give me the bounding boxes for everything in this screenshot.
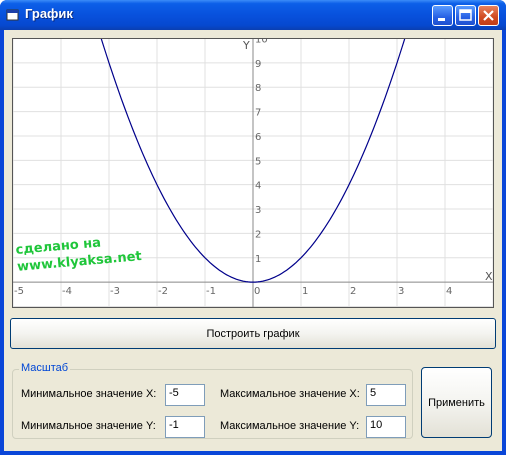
x-tick-label: -2 <box>158 286 168 297</box>
max-x-label: Максимальное значение X: <box>220 388 360 400</box>
window-title: График <box>25 6 73 21</box>
x-tick-label: 0 <box>254 286 260 297</box>
y-tick-label: 10 <box>255 39 268 46</box>
min-y-field[interactable]: -1 <box>165 416 205 438</box>
min-x-field[interactable]: -5 <box>165 384 205 406</box>
y-tick-label: 2 <box>255 229 261 240</box>
scale-groupbox: Масштаб Минимальное значение X: -5 Макси… <box>12 362 413 439</box>
x-axis-label: X <box>485 270 493 283</box>
y-tick-label: 8 <box>255 83 261 94</box>
x-tick-label: -4 <box>62 286 72 297</box>
app-icon <box>6 9 19 21</box>
x-tick-label: -3 <box>110 286 120 297</box>
main-window: График -5 -4 -3 -2 -1 0 1 2 3 4 1 2 3 4 5 6 7 8 9 10 X Y сдел… <box>0 0 506 455</box>
x-tick-label: -1 <box>206 286 216 297</box>
min-y-label: Минимальное значение Y: <box>21 420 156 432</box>
close-icon <box>483 10 494 21</box>
minimize-button[interactable] <box>432 5 453 26</box>
x-tick-label: -5 <box>14 286 24 297</box>
title-bar[interactable]: График <box>0 0 506 30</box>
x-tick-label: 4 <box>446 286 452 297</box>
client-area: -5 -4 -3 -2 -1 0 1 2 3 4 1 2 3 4 5 6 7 8 9 10 X Y сделано на … <box>4 30 502 451</box>
max-y-label: Максимальное значение Y: <box>220 420 360 432</box>
y-tick-label: 5 <box>255 156 261 167</box>
y-tick-label: 4 <box>255 181 261 192</box>
y-tick-label: 7 <box>255 108 261 119</box>
apply-button[interactable]: Применить <box>421 367 492 438</box>
plot-graph-button[interactable]: Построить график <box>10 318 496 349</box>
y-axis-label: Y <box>242 39 250 52</box>
max-x-field[interactable]: 5 <box>366 384 406 406</box>
x-tick-label: 1 <box>302 286 308 297</box>
max-y-field[interactable]: 10 <box>366 416 406 438</box>
y-tick-label: 6 <box>255 132 261 143</box>
x-tick-label: 3 <box>398 286 404 297</box>
y-tick-label: 9 <box>255 59 261 70</box>
y-tick-label: 3 <box>255 205 261 216</box>
x-tick-label: 2 <box>350 286 356 297</box>
y-tick-label: 1 <box>255 254 261 265</box>
close-button[interactable] <box>478 5 499 26</box>
maximize-button[interactable] <box>455 5 476 26</box>
minimize-icon <box>438 18 445 21</box>
maximize-icon <box>459 9 472 21</box>
min-x-label: Минимальное значение X: <box>21 388 157 400</box>
plot-area: -5 -4 -3 -2 -1 0 1 2 3 4 1 2 3 4 5 6 7 8 9 10 X Y сделано на … <box>12 38 494 308</box>
scale-group-title: Масштаб <box>19 362 71 374</box>
